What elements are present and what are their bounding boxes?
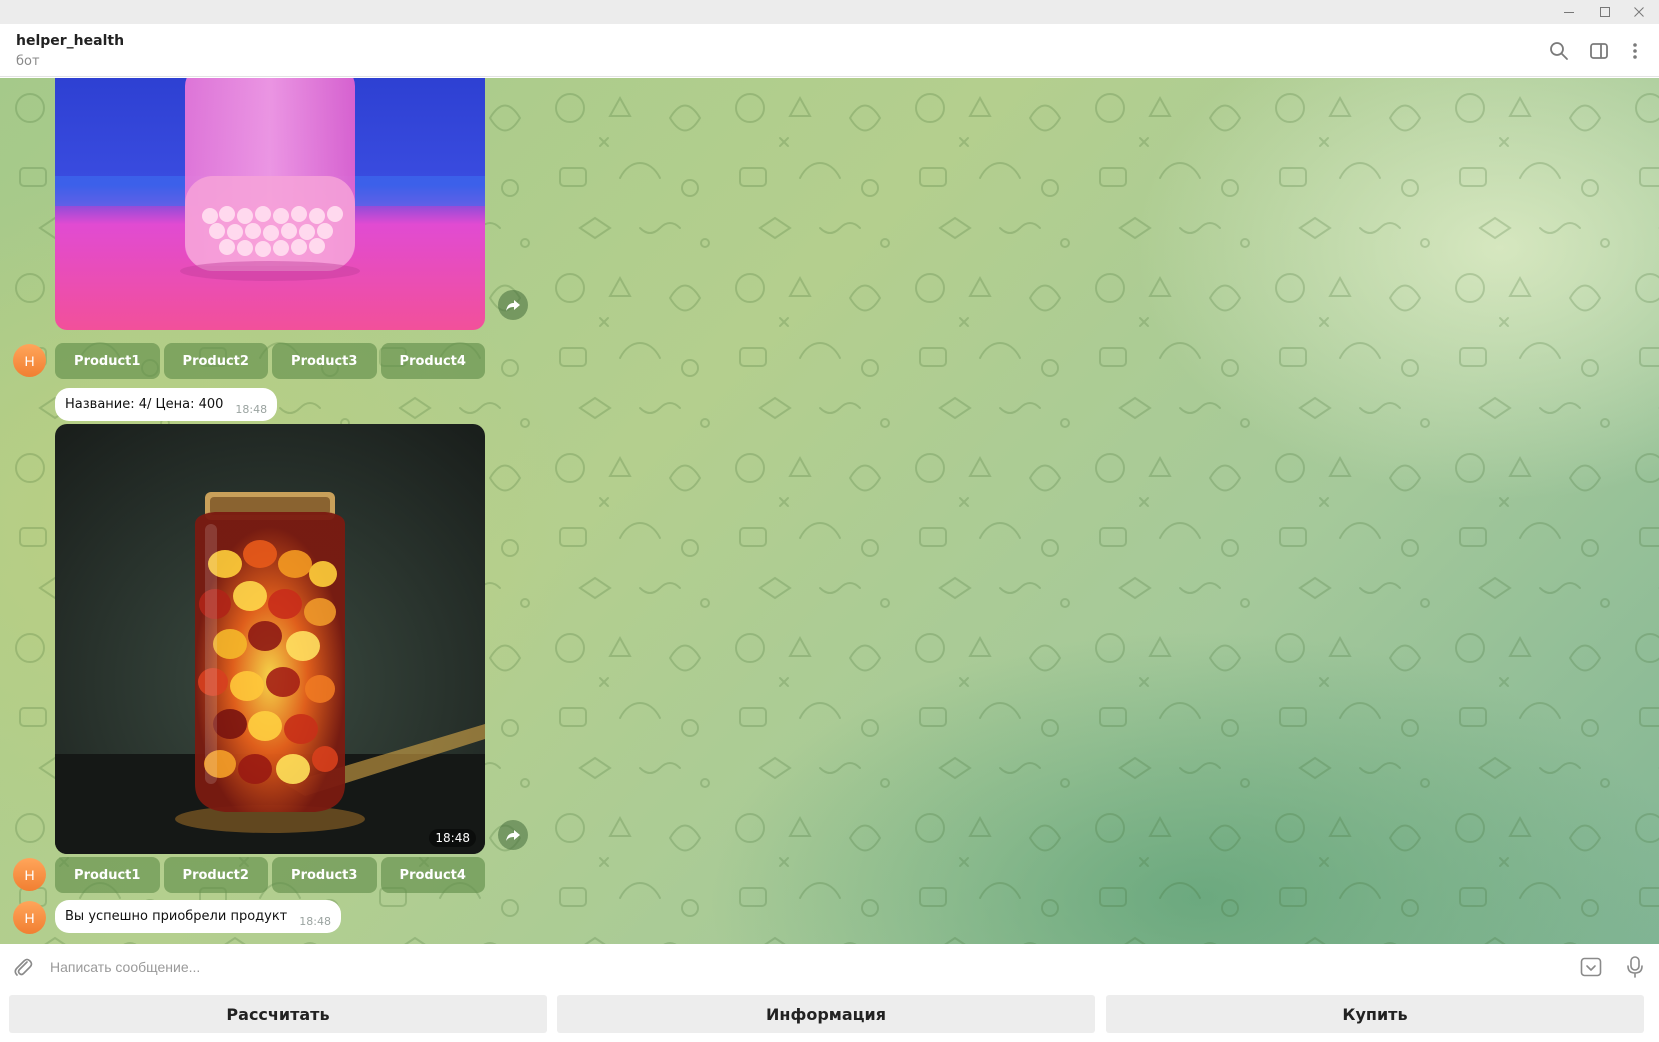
- close-icon: [1634, 7, 1644, 17]
- inline-keyboard-2: Product1 Product2 Product3 Product4: [55, 857, 485, 893]
- calculate-button[interactable]: Рассчитать: [9, 995, 547, 1033]
- sidebar-toggle-icon[interactable]: [1587, 39, 1611, 63]
- attach-icon[interactable]: [10, 954, 36, 980]
- more-vertical-icon[interactable]: [1623, 39, 1647, 63]
- product3-button[interactable]: Product3: [272, 857, 377, 893]
- photo-time: 18:48: [429, 829, 476, 847]
- microphone-icon[interactable]: [1622, 954, 1648, 980]
- message-bubble[interactable]: Название: 4/ Цена: 400 18:48: [55, 388, 278, 421]
- minimize-icon: [1564, 12, 1574, 13]
- amber-capsule-jar-photo: [55, 424, 485, 854]
- chat-header: helper_health бот: [0, 24, 1659, 77]
- message-time: 18:48: [299, 915, 331, 928]
- maximize-icon: [1600, 7, 1610, 17]
- information-button[interactable]: Информация: [557, 995, 1095, 1033]
- product4-button[interactable]: Product4: [380, 857, 485, 893]
- message-bubble[interactable]: Вы успешно приобрели продукт 18:48: [55, 900, 341, 933]
- product2-button[interactable]: Product2: [163, 343, 268, 379]
- chat-status: бот: [16, 54, 40, 69]
- product3-button[interactable]: Product3: [272, 343, 377, 379]
- inline-keyboard-1: Product1 Product2 Product3 Product4: [55, 343, 485, 379]
- message-text: Вы успешно приобрели продукт: [65, 909, 288, 924]
- buy-button[interactable]: Купить: [1106, 995, 1644, 1033]
- message-composer: [0, 944, 1659, 989]
- message-text: Название: 4/ Цена: 400: [65, 397, 224, 412]
- pink-pill-bottle-photo: [55, 78, 485, 330]
- share-icon[interactable]: [498, 290, 528, 320]
- message-time: 18:48: [235, 403, 268, 416]
- product1-button[interactable]: Product1: [55, 343, 160, 379]
- search-icon[interactable]: [1547, 39, 1571, 63]
- product-photo-1[interactable]: [55, 78, 485, 330]
- reply-keyboard: Рассчитать Информация Купить: [0, 989, 1659, 1042]
- window-titlebar: [0, 0, 1659, 24]
- bot-avatar[interactable]: H: [13, 858, 46, 891]
- product1-button[interactable]: Product1: [55, 857, 160, 893]
- chat-area[interactable]: H Product1 Product2 Product3 Product4 На…: [0, 78, 1659, 944]
- message-input[interactable]: [50, 956, 1550, 978]
- close-button[interactable]: [1619, 0, 1659, 24]
- minimize-button[interactable]: [1549, 0, 1589, 24]
- bot-keyboard-icon[interactable]: [1578, 954, 1604, 980]
- chat-title[interactable]: helper_health: [16, 33, 124, 49]
- bot-avatar[interactable]: H: [13, 901, 46, 934]
- product-photo-2[interactable]: 18:48: [55, 424, 485, 854]
- product2-button[interactable]: Product2: [163, 857, 268, 893]
- product4-button[interactable]: Product4: [380, 343, 485, 379]
- bot-avatar[interactable]: H: [13, 344, 46, 377]
- share-icon[interactable]: [498, 820, 528, 850]
